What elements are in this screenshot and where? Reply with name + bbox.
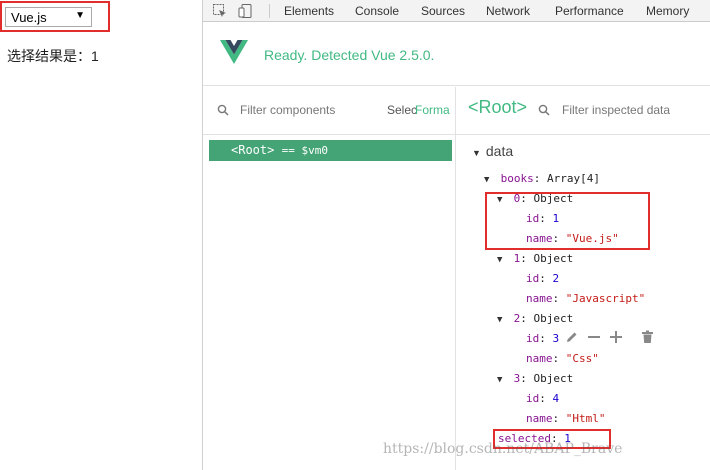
data-heading: data [485, 143, 514, 159]
select-button[interactable]: Selec [387, 103, 417, 117]
item-id-value: 1 [552, 212, 560, 225]
dropdown-triangle-icon: ▼ [75, 10, 85, 21]
devtools-panel: Elements Console Sources Network Perform… [202, 0, 710, 470]
book-select-value: Vue.js [11, 10, 47, 25]
item-id-row[interactable]: id: 3 [526, 332, 559, 345]
result-value: 1 [91, 48, 99, 64]
search-icon [538, 103, 550, 121]
device-toggle-icon[interactable] [238, 3, 254, 19]
expand-triangle-icon: ▼ [497, 195, 503, 205]
edit-pencil-icon[interactable] [565, 330, 579, 349]
book-item-row[interactable]: ▼ 3: Object [497, 372, 573, 385]
item-id-value: 2 [552, 272, 560, 285]
item-name-value: "Vue.js" [565, 232, 619, 245]
format-button[interactable]: Forma [415, 103, 450, 117]
root-vm-reference: == $vm0 [281, 144, 328, 157]
books-key: books [500, 172, 534, 185]
result-line: 选择结果是：1 [7, 46, 99, 66]
item-id-value: 3 [552, 332, 560, 345]
vue-logo-icon [220, 39, 248, 70]
tab-elements[interactable]: Elements [284, 4, 334, 18]
item-id-row[interactable]: id: 2 [526, 272, 559, 285]
item-type: Object [533, 372, 574, 385]
books-row[interactable]: ▼ books: Array[4] [484, 172, 600, 185]
item-type: Object [533, 192, 574, 205]
inspector-filter-input[interactable]: Filter inspected data [562, 103, 670, 117]
tabbar-separator [269, 4, 270, 18]
vue-devtools-header: Ready. Detected Vue 2.5.0. [203, 22, 710, 86]
decrement-icon[interactable] [587, 330, 601, 349]
inspect-element-icon[interactable] [212, 3, 228, 19]
book-item-row[interactable]: ▼ 2: Object [497, 312, 573, 325]
tab-performance[interactable]: Performance [555, 4, 624, 18]
books-type: Array[4] [547, 172, 600, 185]
tab-network[interactable]: Network [486, 4, 530, 18]
book-item-row[interactable]: ▼ 0: Object [497, 192, 573, 205]
tab-console[interactable]: Console [355, 4, 399, 18]
item-type: Object [533, 252, 574, 265]
components-filter-input[interactable]: Filter components [240, 103, 335, 117]
book-item-row[interactable]: ▼ 1: Object [497, 252, 573, 265]
delete-trash-icon[interactable] [641, 330, 654, 349]
page-content: Vue.js ▼ 选择结果是：1 [0, 0, 202, 470]
item-name-value: "Html" [565, 412, 606, 425]
item-name-row[interactable]: name: "Vue.js" [526, 232, 619, 245]
tab-memory[interactable]: Memory [646, 4, 689, 18]
inspector-root-label: <Root> [468, 97, 528, 117]
search-icon [217, 103, 229, 121]
watermark-text: https://blog.csdn.net/ABAP_Brave [383, 441, 623, 457]
expand-triangle-icon: ▼ [484, 175, 490, 185]
increment-icon[interactable] [609, 330, 623, 349]
expand-triangle-icon: ▼ [497, 255, 503, 265]
item-name-value: "Css" [565, 352, 599, 365]
components-toolbar: Filter components Selec Forma [203, 87, 455, 135]
item-id-row[interactable]: id: 4 [526, 392, 559, 405]
expand-triangle-icon: ▼ [497, 315, 503, 325]
tab-sources[interactable]: Sources [421, 4, 465, 18]
expand-triangle-icon: ▼ [472, 148, 481, 158]
inspector-toolbar: <Root> Filter inspected data [456, 87, 710, 135]
data-section-toggle[interactable]: ▼ data [472, 143, 513, 159]
devtools-tabbar: Elements Console Sources Network Perform… [203, 0, 710, 22]
book-select[interactable]: Vue.js ▼ [5, 7, 92, 27]
item-name-row[interactable]: name: "Javascript" [526, 292, 645, 305]
item-type: Object [533, 312, 574, 325]
item-name-value: "Javascript" [565, 292, 646, 305]
root-component-label: <Root> [231, 143, 275, 157]
component-tree-root[interactable]: <Root> == $vm0 [209, 140, 452, 161]
status-text: Ready. Detected Vue 2.5.0. [264, 47, 435, 63]
item-id-value: 4 [552, 392, 560, 405]
expand-triangle-icon: ▼ [497, 375, 503, 385]
item-name-row[interactable]: name: "Html" [526, 412, 606, 425]
item-name-row[interactable]: name: "Css" [526, 352, 599, 365]
item-id-row[interactable]: id: 1 [526, 212, 559, 225]
result-label: 选择结果是： [7, 49, 91, 65]
